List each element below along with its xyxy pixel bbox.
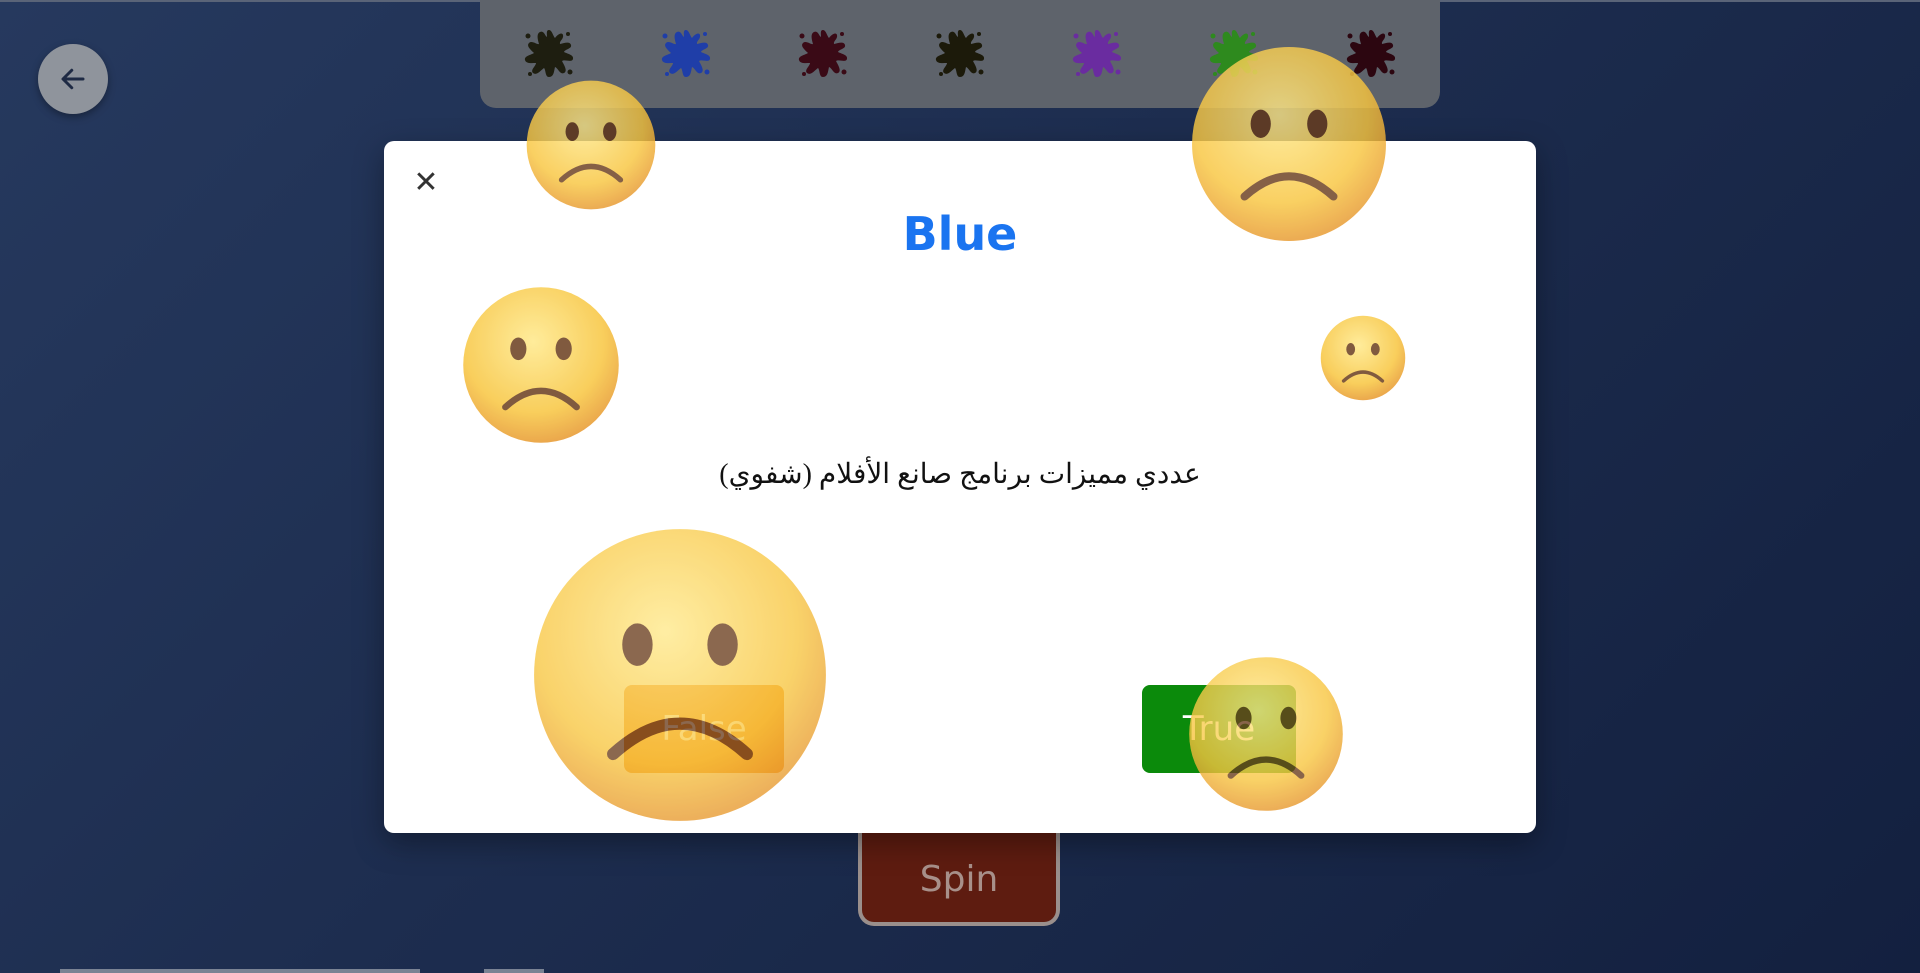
back-button[interactable] — [38, 44, 108, 114]
color-palette-bar — [480, 0, 1440, 108]
paint-splat-blue[interactable] — [655, 22, 717, 84]
question-text: عددي مميزات برنامج صانع الأفلام (شفوي) — [719, 459, 1201, 490]
paint-splat-black[interactable] — [929, 22, 991, 84]
close-button[interactable]: ✕ — [412, 168, 440, 198]
paint-splat-maroon[interactable] — [792, 22, 854, 84]
spin-button-label: Spin — [919, 859, 999, 900]
bottom-edge-mark — [484, 969, 544, 973]
true-button-label: True — [1182, 709, 1256, 749]
arrow-left-icon — [61, 68, 85, 90]
false-button[interactable]: False — [624, 685, 784, 773]
paint-splat-black[interactable] — [518, 22, 580, 84]
modal-title: Blue — [902, 207, 1018, 261]
bottom-edge-mark — [60, 969, 420, 973]
paint-splat-green[interactable] — [1203, 22, 1265, 84]
question-modal: ✕ Blue عددي مميزات برنامج صانع الأفلام (… — [384, 141, 1536, 833]
false-button-label: False — [661, 709, 747, 749]
spin-button[interactable]: Spin — [858, 818, 1060, 926]
paint-splat-maroon[interactable] — [1340, 22, 1402, 84]
true-button[interactable]: True — [1142, 685, 1296, 773]
paint-splat-purple[interactable] — [1066, 22, 1128, 84]
